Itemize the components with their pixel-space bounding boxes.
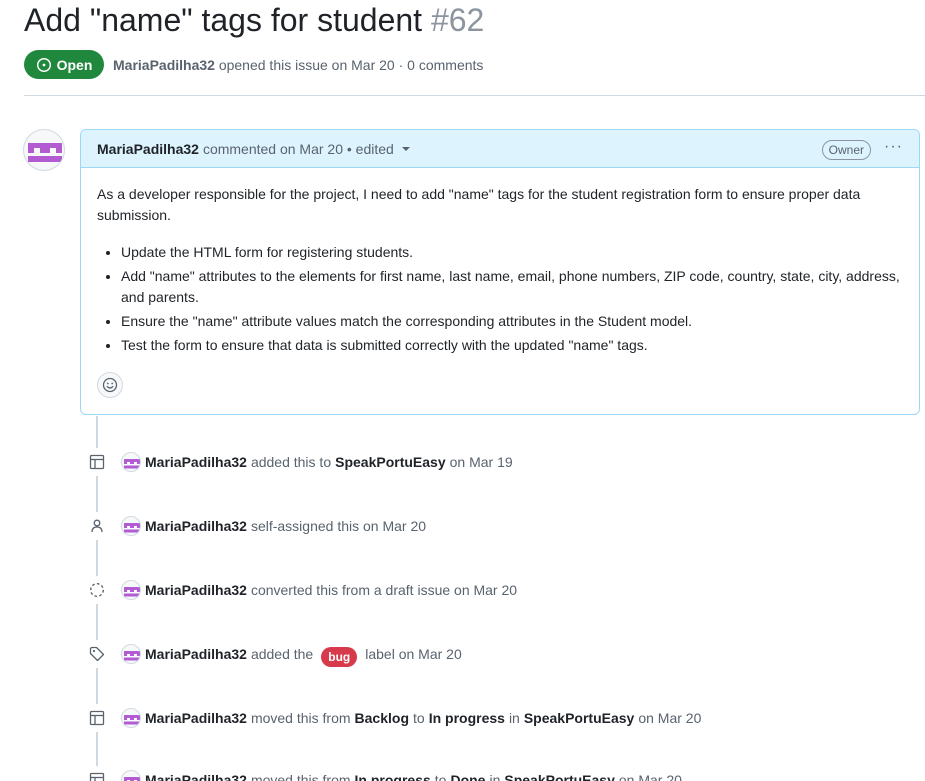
event-text: on Mar 20 <box>638 710 702 726</box>
event-text: converted this from a draft issue on Mar… <box>250 582 518 598</box>
issue-state-label: Open <box>56 56 93 73</box>
project-link[interactable]: SpeakPortuEasy <box>504 772 615 781</box>
event-actor-link[interactable]: MariaPadilha32 <box>145 582 247 598</box>
column-link: Backlog <box>354 710 409 726</box>
list-item: Update the HTML form for registering stu… <box>121 242 903 263</box>
comment-body: As a developer responsible for the proje… <box>81 168 919 356</box>
avatar[interactable] <box>121 452 141 472</box>
avatar[interactable] <box>121 708 141 728</box>
draft-circle-icon <box>83 576 111 604</box>
issue-comment: MariaPadilha32 commented on Mar 20 • edi… <box>80 129 920 415</box>
table-icon <box>83 766 111 781</box>
avatar[interactable] <box>121 770 141 781</box>
event-text: moved this from <box>250 710 351 726</box>
event-text: label on Mar 20 <box>365 646 462 662</box>
timeline-event: MariaPadilha32 self-assigned this on Mar… <box>83 512 430 540</box>
event-text: on Mar 20 <box>618 772 682 781</box>
comment-author-link[interactable]: MariaPadilha32 <box>97 141 199 157</box>
tag-icon <box>83 640 111 668</box>
column-link: In progress <box>354 772 431 781</box>
event-text: to <box>434 772 447 781</box>
column-link: In progress <box>428 710 505 726</box>
timeline-event: MariaPadilha32 moved this from In progre… <box>83 766 686 781</box>
timeline-event: MariaPadilha32 converted this from a dra… <box>83 576 521 604</box>
issue-number: #62 <box>430 2 485 38</box>
avatar[interactable] <box>121 580 141 600</box>
smiley-icon <box>102 377 118 393</box>
event-text: moved this from <box>250 772 351 781</box>
timeline-event: MariaPadilha32 added the bug label on Ma… <box>83 640 466 668</box>
event-actor-link[interactable]: MariaPadilha32 <box>145 710 247 726</box>
issue-state-badge: Open <box>24 50 104 79</box>
issue-title-text: Add "name" tags for student <box>24 2 423 38</box>
avatar[interactable] <box>121 516 141 536</box>
table-icon <box>83 448 111 476</box>
comment-bullet-list: Update the HTML form for registering stu… <box>97 242 903 356</box>
event-text: in <box>508 710 520 726</box>
list-item: Test the form to ensure that data is sub… <box>121 335 903 356</box>
issue-meta-text: opened this issue on Mar 20 · 0 comments <box>218 57 484 73</box>
comment-paragraph: As a developer responsible for the proje… <box>97 186 861 223</box>
event-text: added this to <box>250 454 332 470</box>
event-text: on Mar 19 <box>449 454 513 470</box>
list-item: Add "name" attributes to the elements fo… <box>121 266 903 308</box>
bug-label[interactable]: bug <box>321 647 358 667</box>
column-link: Done <box>450 772 486 781</box>
author-avatar[interactable] <box>23 129 65 171</box>
event-text: added the <box>250 646 314 662</box>
event-text: self-assigned this on Mar 20 <box>250 518 427 534</box>
list-item: Ensure the "name" attribute values match… <box>121 311 903 332</box>
issue-title: Add "name" tags for student #62 <box>24 2 484 39</box>
comment-menu-kebab-icon[interactable]: ··· <box>884 138 903 156</box>
comment-header-text: commented on Mar 20 • edited <box>202 140 394 157</box>
project-link[interactable]: SpeakPortuEasy <box>524 710 635 726</box>
issue-opened-icon <box>36 57 51 72</box>
header-divider <box>24 95 925 96</box>
issue-meta: MariaPadilha32 opened this issue on Mar … <box>113 57 483 73</box>
issue-author-link[interactable]: MariaPadilha32 <box>113 57 215 73</box>
owner-badge: Owner <box>821 140 871 160</box>
avatar[interactable] <box>121 644 141 664</box>
timeline-event: MariaPadilha32 moved this from Backlog t… <box>83 704 705 732</box>
add-reaction-button[interactable] <box>97 372 123 398</box>
event-actor-link[interactable]: MariaPadilha32 <box>145 518 247 534</box>
timeline-event: MariaPadilha32 added this to SpeakPortuE… <box>83 448 517 476</box>
edit-history-chevron-icon[interactable] <box>401 146 410 151</box>
event-actor-link[interactable]: MariaPadilha32 <box>145 454 247 470</box>
event-actor-link[interactable]: MariaPadilha32 <box>145 646 247 662</box>
table-icon <box>83 704 111 732</box>
event-text: to <box>413 710 425 726</box>
person-icon <box>83 512 111 540</box>
event-text: in <box>489 772 501 781</box>
comment-header: MariaPadilha32 commented on Mar 20 • edi… <box>81 130 919 168</box>
event-actor-link[interactable]: MariaPadilha32 <box>145 772 247 781</box>
project-link[interactable]: SpeakPortuEasy <box>335 454 446 470</box>
